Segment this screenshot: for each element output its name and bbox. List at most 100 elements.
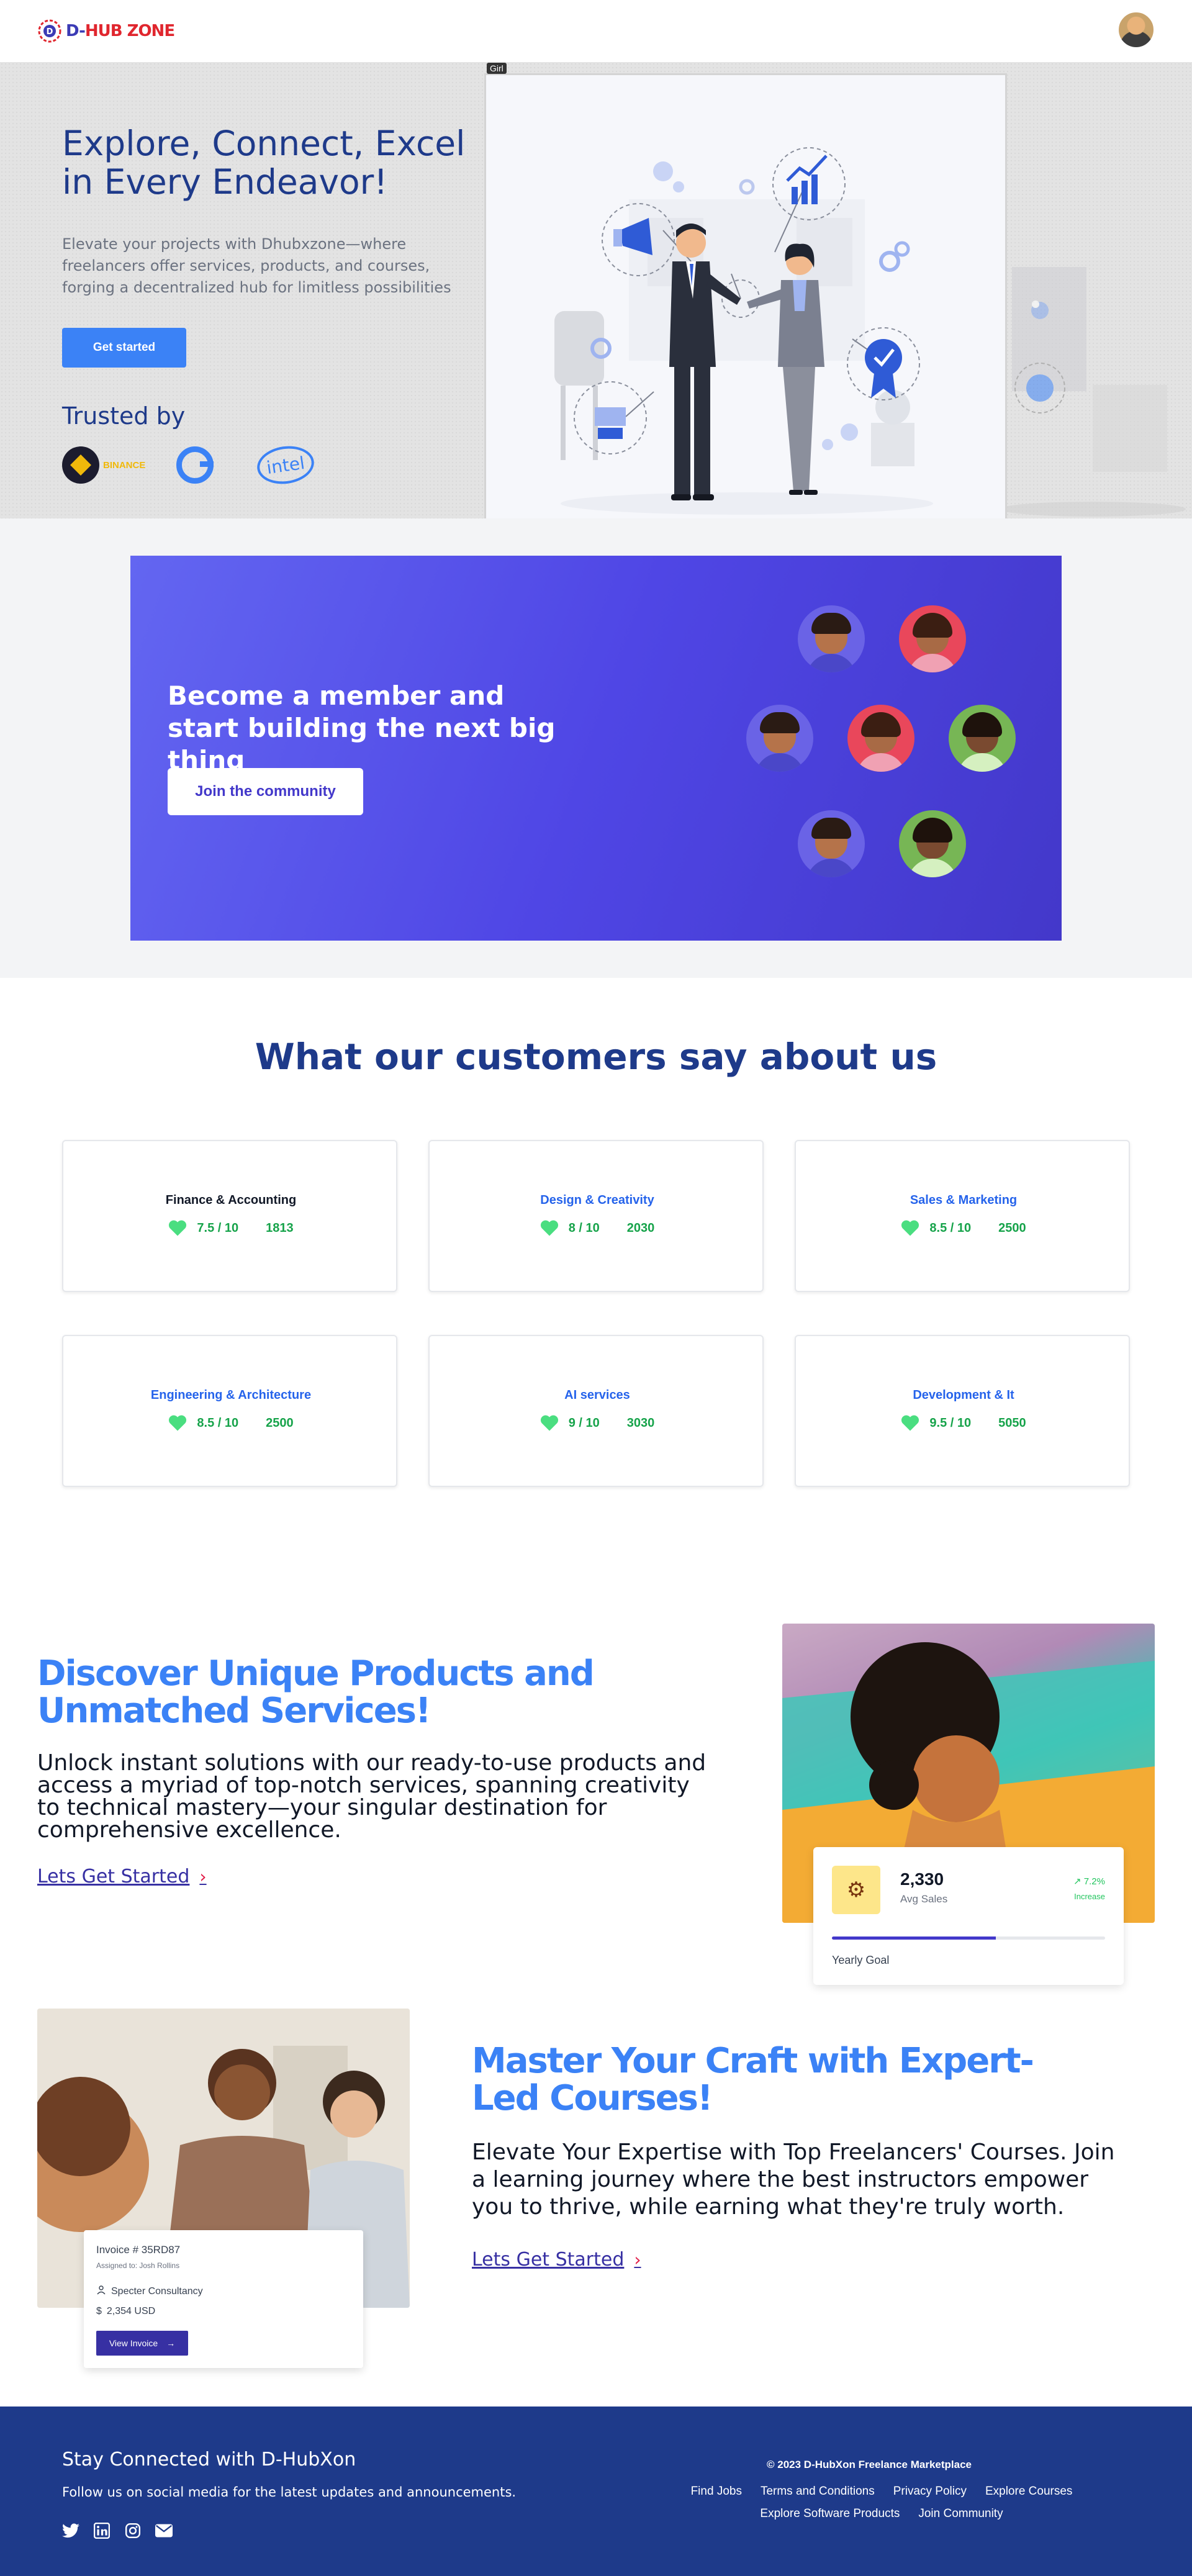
binance-logo: BINANCE [62,446,145,484]
review-card[interactable]: Development & It 9.5 / 10 5050 [795,1335,1130,1487]
hero-illustration [484,73,1007,596]
binance-icon [62,446,99,484]
review-category: Engineering & Architecture [150,1388,312,1402]
logo[interactable]: D D-HUB ZONE [37,19,175,43]
invoice-number: Invoice # 35RD87 [96,2244,181,2256]
join-community-button[interactable]: Join the community [168,768,363,815]
invoice-card: Invoice # 35RD87 Assigned to: Josh Rolli… [84,2230,363,2368]
review-rating: 8.5 / 10 [929,1221,972,1235]
yearly-goal-fill [832,1937,996,1940]
logo-text-d: D- [66,22,86,40]
sales-label: Avg Sales [900,1893,948,1905]
binance-text: BINANCE [103,459,146,471]
review-stats: 7.5 / 10 1813 [63,1219,399,1237]
footer-copyright: © 2023 D-HubXon Freelance Marketplace [767,2459,972,2470]
review-rating: 7.5 / 10 [197,1221,239,1235]
background-illustration [1006,267,1186,517]
mail-icon[interactable] [155,2522,173,2539]
review-stats: 9 / 10 3030 [430,1414,765,1432]
intel-logo: intel [255,442,317,488]
review-card[interactable]: Finance & Accounting 7.5 / 10 1813 [62,1140,397,1292]
hero-section: Explore, Connect, Excel in Every Endeavo… [0,62,1192,596]
user-icon [96,2285,106,2298]
reviews-title: What our customers say about us [255,1036,937,1078]
master-text: Elevate Your Expertise with Top Freelanc… [472,2140,1115,2220]
handshake-illustration [554,147,933,515]
invoice-company: Specter Consultancy [96,2285,203,2298]
member-avatar [847,705,914,772]
review-stats: 8.5 / 10 2500 [63,1414,399,1432]
hero-title: Explore, Connect, Excel in Every Endeavo… [62,124,466,202]
review-count: 5050 [998,1416,1026,1430]
review-count: 2500 [998,1221,1026,1235]
invoice-amount: $ 2,354 USD [96,2306,155,2317]
review-category: Sales & Marketing [910,1193,1018,1207]
review-stats: 8.5 / 10 2500 [796,1219,1131,1237]
review-count: 2030 [626,1221,655,1235]
review-rating: 9.5 / 10 [929,1416,972,1430]
dollar-icon: $ [96,2306,102,2316]
svg-text:D: D [47,27,53,37]
sales-trend: Increase [1074,1892,1105,1901]
twitter-icon[interactable] [62,2522,79,2539]
image-alt-tag: Girl [487,63,507,74]
footer-subtitle: Follow us on social media for the latest… [62,2485,517,2500]
footer-link-privacy[interactable]: Privacy Policy [893,2485,967,2498]
sales-percent: ↗ 7.2% [1073,1876,1105,1887]
review-card[interactable]: Sales & Marketing 8.5 / 10 2500 [795,1140,1130,1292]
discover-get-started-link[interactable]: Lets Get Started › [37,1866,207,1887]
heart-icon [901,1220,919,1236]
member-avatar [746,705,813,772]
invoice-assigned: Assigned to: Josh Rollins [96,2261,180,2270]
linkedin-icon[interactable] [93,2522,111,2539]
page: D D-HUB ZONE Explore, Connect, Excel in … [0,0,1192,2576]
hero-subtitle: Elevate your projects with Dhubxzone—whe… [62,235,451,296]
member-avatar [949,705,1016,772]
logo-icon: D [38,19,61,43]
discover-text: Unlock instant solutions with our ready-… [37,1750,707,1843]
footer-link-explore-software[interactable]: Explore Software Products [760,2507,900,2521]
footer-link-terms[interactable]: Terms and Conditions [761,2485,875,2498]
view-invoice-label: View Invoice [109,2338,158,2348]
yearly-goal-label: Yearly Goal [832,1954,890,1966]
discover-title: Discover Unique Products and Unmatched S… [37,1653,595,1731]
chevron-right-icon: › [199,1866,207,1887]
chevron-right-icon: › [634,2249,641,2270]
member-avatar [899,810,966,877]
trusted-by-label: Trusted by [62,402,186,430]
review-rating: 8.5 / 10 [197,1416,239,1430]
review-count: 1813 [266,1221,294,1235]
social-links [62,2522,173,2539]
review-category: AI services [564,1388,630,1402]
heart-icon [540,1220,558,1236]
footer-link-join-community[interactable]: Join Community [918,2507,1003,2521]
sales-percent-value: 7.2% [1083,1876,1105,1887]
instagram-icon[interactable] [124,2522,142,2539]
banner-title: Become a member and start building the n… [168,680,556,775]
invoice-amount-value: 2,354 USD [106,2306,156,2316]
get-started-button[interactable]: Get started [62,328,186,368]
heart-icon [169,1415,187,1431]
review-category: Finance & Accounting [165,1193,297,1207]
footer: Stay Connected with D-HubXon Follow us o… [0,2407,1192,2576]
member-section: Become a member and start building the n… [0,518,1192,978]
logo-text-rest: HUB ZONE [84,22,175,40]
review-card[interactable]: Design & Creativity 8 / 10 2030 [428,1140,764,1292]
review-card[interactable]: Engineering & Architecture 8.5 / 10 2500 [62,1335,397,1487]
member-avatar [798,810,865,877]
heart-icon [901,1415,919,1431]
navbar: D D-HUB ZONE [0,0,1192,62]
review-card[interactable]: AI services 9 / 10 3030 [428,1335,764,1487]
review-count: 3030 [626,1416,655,1430]
user-avatar[interactable] [1118,11,1155,48]
footer-link-find-jobs[interactable]: Find Jobs [691,2485,742,2498]
footer-link-explore-courses[interactable]: Explore Courses [985,2485,1072,2498]
sales-value: 2,330 [900,1869,944,1889]
footer-title: Stay Connected with D-HubXon [62,2449,356,2470]
invoice-company-name: Specter Consultancy [111,2285,203,2297]
view-invoice-button[interactable]: View Invoice → [96,2331,188,2356]
member-banner: Become a member and start building the n… [130,556,1062,941]
master-get-started-link[interactable]: Lets Get Started › [472,2249,641,2271]
heart-icon [540,1415,558,1431]
sales-stat-card: ⚙ 2,330 Avg Sales ↗ 7.2% Increase Yearly… [813,1847,1124,1985]
